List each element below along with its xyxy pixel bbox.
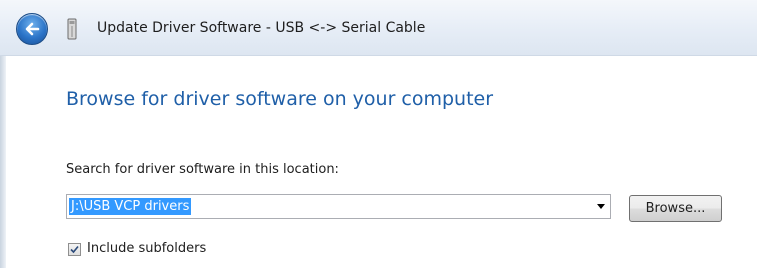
dropdown-arrow-icon[interactable] <box>597 204 605 209</box>
include-subfolders-checkbox[interactable] <box>68 243 81 256</box>
browse-button[interactable]: Browse... <box>629 195 722 222</box>
location-combobox[interactable]: J:\USB VCP drivers <box>66 194 611 219</box>
page-heading: Browse for driver software on your compu… <box>66 88 494 110</box>
location-combobox-value[interactable]: J:\USB VCP drivers <box>69 198 192 215</box>
back-button[interactable] <box>16 13 48 45</box>
search-location-label: Search for driver software in this locat… <box>66 162 339 177</box>
usb-device-icon <box>64 18 80 40</box>
window-title: Update Driver Software - USB <-> Serial … <box>97 20 426 36</box>
back-arrow-icon <box>25 22 40 36</box>
include-subfolders-label[interactable]: Include subfolders <box>87 241 206 256</box>
checkmark-icon <box>70 245 79 254</box>
title-bar: Update Driver Software - USB <-> Serial … <box>0 0 757 56</box>
window-left-edge <box>0 56 6 268</box>
